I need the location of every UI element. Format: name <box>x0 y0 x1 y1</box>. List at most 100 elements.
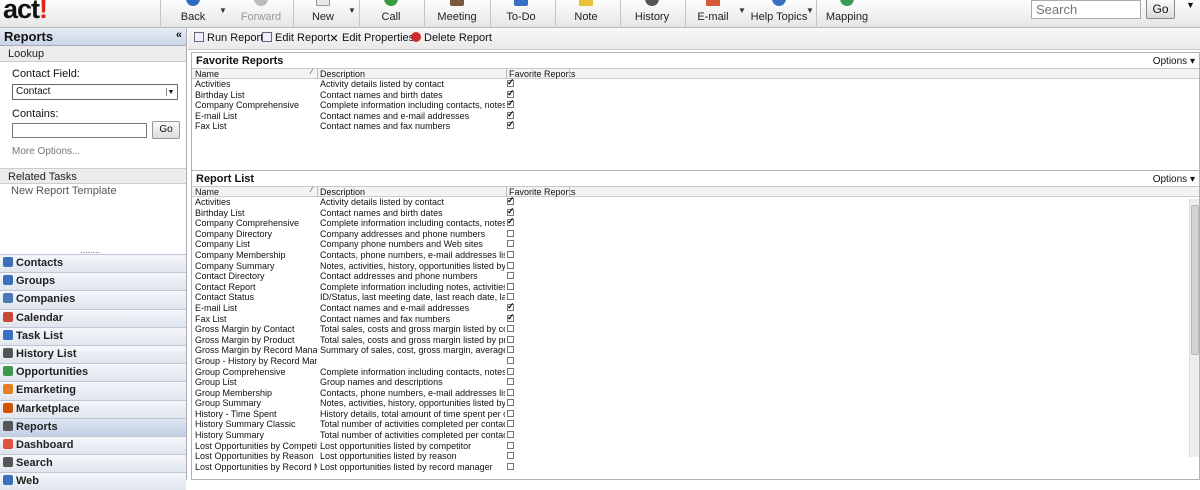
nav-item-companies[interactable]: Companies <box>0 290 186 309</box>
favorite-checkbox[interactable] <box>507 216 515 227</box>
contact-field-select[interactable]: Contact ▼ <box>12 84 178 100</box>
table-row[interactable]: Contact Directory Contact addresses and p… <box>192 271 1199 282</box>
nav-item-marketplace[interactable]: Marketplace <box>0 399 186 418</box>
nav-item-task-list[interactable]: Task List <box>0 326 186 345</box>
toolbar-overflow-icon[interactable]: ▼ <box>1186 0 1195 10</box>
email-button[interactable]: E-mail <box>690 0 736 28</box>
column-divider[interactable] <box>569 69 570 79</box>
meeting-button[interactable]: Meeting <box>430 0 484 28</box>
favorite-checkbox[interactable] <box>507 229 514 237</box>
favorite-checkbox[interactable] <box>507 431 514 439</box>
contains-input[interactable] <box>12 123 147 138</box>
favorite-checkbox[interactable] <box>507 88 515 98</box>
favorite-options-menu[interactable]: Options ▾ <box>1153 56 1195 67</box>
edit-report-button[interactable]: Edit Report <box>262 32 330 44</box>
table-row[interactable]: Company Comprehensive Complete informatio… <box>192 216 1199 229</box>
favorite-checkbox[interactable] <box>507 301 515 312</box>
table-row[interactable]: Lost Opportunities by Record ManagerLost… <box>192 462 1199 473</box>
table-row[interactable]: Fax List Contact names and fax numbers <box>192 312 1199 325</box>
column-header-description[interactable]: Description <box>320 187 365 197</box>
nav-item-search[interactable]: Search <box>0 454 186 473</box>
table-row[interactable]: Gross Margin by Contact Total sales, cost… <box>192 324 1199 335</box>
global-search-input[interactable] <box>1031 0 1141 19</box>
back-button[interactable]: Back <box>168 0 218 28</box>
nav-item-history-list[interactable]: History List <box>0 344 186 364</box>
table-row[interactable]: Birthday List Contact names and birth dat… <box>192 206 1199 219</box>
table-row[interactable]: Gross Margin by Product Total sales, cost… <box>192 335 1199 346</box>
table-row[interactable]: E-mail List Contact names and e-mail addr… <box>192 301 1199 314</box>
favorite-checkbox[interactable] <box>507 98 515 109</box>
global-search-go-button[interactable]: Go <box>1146 0 1175 19</box>
favorite-checkbox[interactable] <box>507 240 514 248</box>
column-divider[interactable] <box>569 187 570 197</box>
forward-button[interactable]: Forward <box>232 0 290 28</box>
favorite-checkbox[interactable] <box>507 77 515 88</box>
nav-item-contacts[interactable]: Contacts <box>0 254 186 273</box>
new-report-template-link[interactable]: New Report Template <box>11 185 117 197</box>
back-dropdown-arrow[interactable]: ▼ <box>219 6 227 15</box>
table-row[interactable]: Birthday List Contact names and birth dat… <box>192 88 1199 101</box>
call-button[interactable]: Call <box>366 0 416 28</box>
favorite-checkbox[interactable] <box>507 441 514 449</box>
favorite-checkbox[interactable] <box>507 367 514 375</box>
favorite-checkbox[interactable] <box>507 325 514 333</box>
favorite-checkbox[interactable] <box>507 195 515 206</box>
table-row[interactable]: Gross Margin by Record ManagerSummary of… <box>192 345 1199 356</box>
favorite-checkbox[interactable] <box>507 272 514 280</box>
table-row[interactable]: Group List Group names and descriptions <box>192 377 1199 388</box>
table-row[interactable]: Company Membership Contacts, phone number… <box>192 250 1199 261</box>
history-button[interactable]: History <box>627 0 677 28</box>
new-button[interactable]: New <box>300 0 346 28</box>
table-row[interactable]: Activities Activity details listed by con… <box>192 77 1199 90</box>
favorite-checkbox[interactable] <box>507 250 514 258</box>
favorite-checkbox[interactable] <box>507 356 514 364</box>
collapse-panel-icon[interactable]: « <box>176 29 182 41</box>
scrollbar-thumb[interactable] <box>1191 205 1199 355</box>
favorite-checkbox[interactable] <box>507 119 515 130</box>
todo-button[interactable]: To-Do <box>496 0 546 28</box>
table-row[interactable]: Group - History by Record Manager <box>192 356 1199 367</box>
nav-item-opportunities[interactable]: Opportunities <box>0 363 186 382</box>
note-button[interactable]: Note <box>562 0 610 28</box>
table-row[interactable]: Contact Report Complete information inclu… <box>192 282 1199 293</box>
table-row[interactable]: Contact Status ID/Status, last meeting da… <box>192 292 1199 303</box>
report-list-options-menu[interactable]: Options ▾ <box>1153 174 1195 185</box>
table-row[interactable]: Company List Company phone numbers and We… <box>192 239 1199 250</box>
table-row[interactable]: Group Comprehensive Complete information … <box>192 367 1199 378</box>
favorite-checkbox[interactable] <box>507 346 514 354</box>
nav-item-web[interactable]: Web <box>0 472 186 490</box>
help-topics-button[interactable]: Help Topics <box>749 0 809 28</box>
column-header-name[interactable]: Name <box>195 69 219 79</box>
table-row[interactable]: History Summary Classic Total number of a… <box>192 419 1199 430</box>
favorite-checkbox[interactable] <box>507 409 514 417</box>
nav-item-groups[interactable]: Groups <box>0 272 186 291</box>
favorite-checkbox[interactable] <box>507 206 515 216</box>
favorite-checkbox[interactable] <box>507 293 514 301</box>
table-row[interactable]: History - Time Spent History details, tot… <box>192 409 1199 420</box>
table-row[interactable]: Activities Activity details listed by con… <box>192 195 1199 208</box>
nav-item-reports[interactable]: Reports <box>0 417 186 436</box>
delete-report-button[interactable]: Delete Report <box>411 32 492 44</box>
column-header-favorite[interactable]: Favorite Reports <box>509 187 576 197</box>
report-list-scrollbar[interactable] <box>1189 199 1199 457</box>
favorite-checkbox[interactable] <box>507 388 514 396</box>
favorite-checkbox[interactable] <box>507 261 514 269</box>
mapping-button[interactable]: Mapping <box>821 0 873 28</box>
column-divider[interactable] <box>317 69 318 79</box>
lookup-go-button[interactable]: Go <box>152 121 180 139</box>
favorite-checkbox[interactable] <box>507 335 514 343</box>
column-header-name[interactable]: Name <box>195 187 219 197</box>
table-row[interactable]: Company Comprehensive Complete informatio… <box>192 98 1199 111</box>
favorite-checkbox[interactable] <box>507 420 514 428</box>
table-row[interactable]: Lost Opportunities by Competitor Lost opp… <box>192 441 1199 452</box>
edit-properties-button[interactable]: ✕ Edit Properties <box>329 32 414 45</box>
table-row[interactable]: Lost Opportunities by Reason Lost opportu… <box>192 451 1199 462</box>
table-row[interactable]: Company Directory Company addresses and p… <box>192 229 1199 240</box>
column-header-favorite[interactable]: Favorite Reports <box>509 69 576 79</box>
column-header-description[interactable]: Description <box>320 69 365 79</box>
nav-item-dashboard[interactable]: Dashboard <box>0 435 186 455</box>
favorite-checkbox[interactable] <box>507 452 514 460</box>
table-row[interactable]: Company Summary Notes, activities, histor… <box>192 261 1199 272</box>
favorite-checkbox[interactable] <box>507 462 514 470</box>
table-row[interactable]: E-mail List Contact names and e-mail addr… <box>192 109 1199 122</box>
